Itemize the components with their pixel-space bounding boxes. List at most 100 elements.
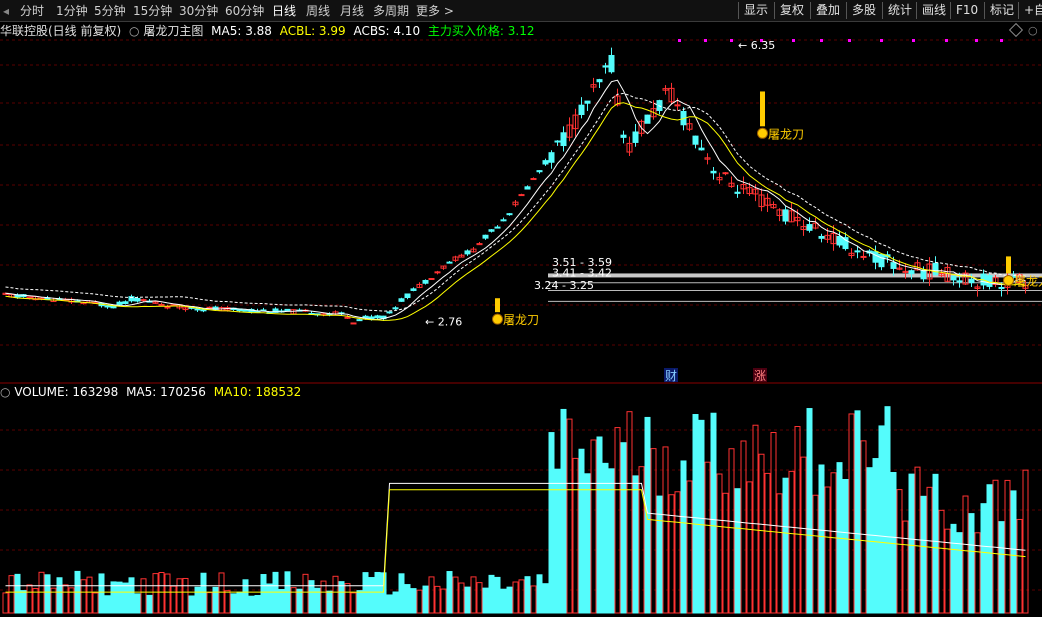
volume-bar: [938, 509, 945, 614]
signal-dot: [820, 39, 823, 42]
volume-bar: [176, 578, 183, 614]
volume-bar: [920, 495, 927, 614]
volume-bar: [266, 583, 273, 614]
volume-bar: [422, 585, 429, 614]
volume-bar: [332, 575, 339, 614]
volume-bar: [776, 493, 783, 614]
volume-bar: [254, 594, 261, 614]
volume-bar: [944, 528, 951, 614]
volume-bar: [140, 578, 147, 614]
volume-bar: [812, 494, 819, 614]
candle-body: [344, 316, 351, 319]
volume-bar: [680, 460, 687, 614]
kline-chart[interactable]: ← 6.35← 2.763.51 - 3.593.41 - 3.423.24 -…: [0, 0, 1042, 617]
volume-bar: [956, 532, 963, 614]
volume-bar: [20, 590, 27, 614]
volume-bar: [500, 588, 507, 614]
candle-body: [578, 104, 585, 115]
candle-body: [818, 235, 825, 239]
candle-body: [524, 186, 531, 190]
candle-body: [134, 298, 141, 302]
volume-bar: [746, 481, 753, 614]
volume-bar: [302, 573, 309, 614]
volume-bar: [374, 571, 381, 614]
candle-body: [488, 229, 495, 232]
candle-body: [956, 280, 963, 283]
volume-bar: [890, 472, 897, 614]
signal-label: 屠龙刀: [1014, 274, 1042, 288]
volume-bar: [458, 582, 465, 614]
candle-body: [350, 322, 357, 325]
candle-body: [554, 140, 561, 143]
volume-bar: [896, 489, 903, 614]
volume-bar: [764, 472, 771, 614]
volume-bar: [818, 464, 825, 614]
volume-bar: [566, 418, 573, 614]
volume-bar: [698, 419, 705, 614]
volume-bar: [668, 494, 675, 614]
volume-bar: [848, 413, 855, 614]
signal-dot: [792, 39, 795, 42]
volume-bar: [182, 577, 189, 614]
volume-bar: [758, 453, 765, 614]
money-bag-icon: [1003, 274, 1014, 286]
volume-bar: [794, 425, 801, 614]
volume-bar: [962, 495, 969, 614]
volume-bar: [200, 572, 207, 614]
volume-bar: [260, 574, 267, 614]
volume-bar: [632, 475, 639, 614]
volume-bar: [590, 439, 597, 614]
signal-bar: [495, 298, 500, 313]
volume-bar: [146, 594, 153, 614]
money-bag-icon: [492, 313, 503, 325]
volume-bar: [62, 584, 69, 614]
volume-bar: [1010, 490, 1017, 614]
volume-bar: [296, 588, 303, 614]
volume-bar: [128, 577, 135, 614]
candle-body: [644, 114, 651, 124]
volume-bar: [686, 480, 693, 614]
range-label: 3.24 - 3.25: [534, 279, 594, 292]
volume-bar: [932, 473, 939, 614]
candle-body: [560, 132, 567, 147]
volume-bar: [518, 579, 525, 614]
volume-bar: [392, 591, 399, 614]
volume-bar: [86, 576, 93, 614]
candle-body: [836, 235, 843, 246]
volume-bar: [968, 513, 975, 614]
volume-bar: [614, 427, 621, 614]
volume-bar: [716, 473, 723, 614]
volume-bar: [740, 440, 747, 614]
volume-bar: [908, 473, 915, 614]
candle-body: [734, 191, 741, 194]
volume-bar: [8, 575, 15, 614]
volume-bar: [416, 589, 423, 614]
volume-bar: [116, 581, 123, 614]
volume-bar: [56, 577, 63, 614]
signal-dot: [704, 39, 707, 42]
volume-bar: [272, 571, 279, 614]
volume-bar: [218, 572, 225, 614]
candle-body: [596, 79, 603, 83]
volume-bar: [362, 572, 369, 614]
signal-dot: [975, 39, 978, 42]
volume-bar: [482, 587, 489, 614]
candle-body: [428, 278, 435, 281]
volume-bar: [806, 408, 813, 614]
candle-body: [710, 170, 717, 174]
volume-bar: [626, 411, 633, 614]
volume-bar: [524, 576, 531, 614]
candle-body: [422, 279, 429, 284]
candle-body: [386, 311, 393, 314]
volume-bar: [878, 425, 885, 614]
volume-bar: [620, 442, 627, 614]
candle-body: [494, 226, 501, 229]
volume-bar: [602, 462, 609, 614]
volume-bar: [608, 468, 615, 614]
signal-dot: [848, 39, 851, 42]
candle-body: [26, 296, 33, 299]
volume-bar: [386, 594, 393, 614]
candle-body: [908, 270, 915, 275]
volume-bar: [506, 586, 513, 614]
candle-body: [584, 100, 591, 104]
